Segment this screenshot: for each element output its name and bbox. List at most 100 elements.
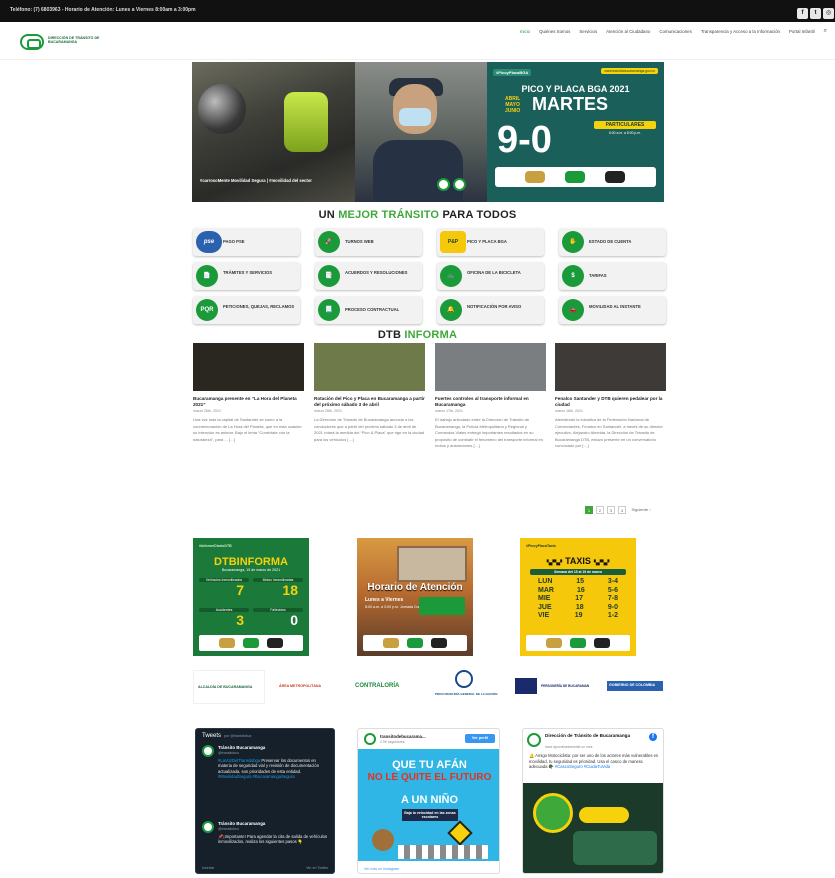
service-label: TARIFAS [589,273,607,278]
page-3[interactable]: 3 [607,506,615,514]
hand-coin-icon: ✋ [562,231,584,253]
instagram-widget[interactable]: transitodebucarama... 2.9K seguidores Ve… [357,728,500,874]
poster-hashtag: #InformeDiarioDTB [199,544,232,548]
nav-atencion-ciudadano[interactable]: Atención al Ciudadano [606,29,650,34]
hero-caption: #carrosoMente Movilidad Segura | #movili… [200,178,312,183]
taxi-schedule: LUN 15 3-4 MAR 16 5-6 MIE 17 7-8 JUE 18 9-0 VIE 19 1-2 [538,578,618,621]
news-image[interactable] [435,343,546,391]
pyp-hashtag: #PicoyPlacaBGA [493,69,532,76]
poster-horario-atencion[interactable]: Horario de Atención Lunes a Viernes 8:00… [357,538,473,656]
helmet-circle-graphic [533,793,573,833]
partner-logos: ALCALDÍA DE BUCARAMANGA ÁREA METROPOLITA… [193,666,665,706]
news-title[interactable]: Fenalco Santander y DTB quieren pedalear… [555,396,666,407]
site-logo[interactable]: DIRECCIÓN DE TRÁNSITO DE BUCARAMANGA [20,34,100,50]
news-title[interactable]: Bucaramanga presente en “La Hora del Pla… [193,396,304,407]
news-title[interactable]: Rotación del Pico y Placa en Bucaramanga… [314,396,425,407]
section-title-mejor-transito: UN MEJOR TRÁNSITO PARA TODOS [318,209,517,221]
page-4[interactable]: 4 [618,506,626,514]
pagination: 1 2 3 4 Siguiente › [585,506,653,514]
nav-transparencia[interactable]: Transparencia y Acceso a la Información [701,29,780,34]
facebook-icon[interactable]: f [649,733,657,741]
avatar [202,745,214,757]
poster-taxis[interactable]: #PicoyPlacaTaxis TAXIS Semana del 15 al … [520,538,636,656]
taxi-row: VIE 19 1-2 [538,612,618,619]
service-card[interactable]: pse PAGO PSE [193,228,300,256]
news-excerpt: Una vez más la capital de Santander se s… [193,417,302,442]
service-card[interactable]: P&P PICO Y PLACA BGA [437,228,544,256]
page-1[interactable]: 1 [585,506,593,514]
service-card[interactable]: 📑 ACUERDOS Y RESOLUCIONES [315,262,422,290]
tweet-text: #LaVozDelTransitobga Preservar los docum… [218,758,320,780]
facebook-icon[interactable]: f [797,8,808,19]
service-card[interactable]: 🚗 MOVILIDAD AL INSTANTE [559,296,666,324]
pico-placa-banner: #PicoyPlacaBGA www.transitobucaramanga.g… [487,62,664,202]
stat-deaths: Fallecidos 0 [253,608,303,632]
news-card[interactable]: Rotación del Pico y Placa en Bucaramanga… [314,343,425,443]
news-card[interactable]: Fuertes controles al transporte informal… [435,343,546,450]
view-more-instagram-link[interactable]: Ver más en Instagram [364,867,399,871]
instagram-followers: 2.9K seguidores [380,740,405,744]
speech-bubble-graphic [579,807,629,823]
news-date: marzo 17th, 2021 [435,409,463,414]
facebook-widget[interactable]: Dirección de Tránsito de Bucaramanga hac… [522,728,664,874]
tweet-item[interactable]: Tránsito Bucaramanga @transitobuc 📌¡Impo… [202,821,330,863]
section-title-dtb-informa: DTB INFORMA [377,329,458,341]
service-card[interactable]: PQR PETICIONES, QUEJAS, RECLAMOS [193,296,300,324]
service-card[interactable]: 📄 TRÁMITES Y SERVICIOS [193,262,300,290]
view-on-twitter-link[interactable]: Ver en Twitter [306,866,328,870]
avatar [202,821,214,833]
search-icon[interactable]: ⌕ [824,28,827,34]
service-card[interactable]: 📃 PROCESO CONTRACTUAL [315,296,422,324]
service-card[interactable]: 🚀 TURNOS WEB [315,228,422,256]
news-card[interactable]: Bucaramanga presente en “La Hora del Pla… [193,343,304,443]
logo-procuraduria[interactable]: PROCURADURÍA GENERAL DE LA NACIÓN [433,670,497,704]
nav-servicios[interactable]: Servicios [579,29,597,34]
nav-quienes-somos[interactable]: Quiénes Somos [539,29,570,34]
poster-hashtag: #PicoyPlacaTaxis [526,544,556,548]
service-card[interactable]: $ TARIFAS [559,262,666,290]
logo-alcaldia[interactable]: ALCALDÍA DE BUCARAMANGA [193,670,265,704]
logo-gobierno[interactable]: GOBIERNO DE COLOMBIA [589,670,665,704]
view-profile-button[interactable]: Ver perfil [465,734,495,743]
dollar-icon: $ [562,265,584,287]
nav-portal-infantil[interactable]: Portal Infantil [789,29,815,34]
logo-contraloria[interactable]: CONTRALORÍA [351,670,427,704]
service-card[interactable]: 🔔 NOTIFICACIÓN POR AVISO [437,296,544,324]
poster-dtb-informa[interactable]: #InformeDiarioDTB DTBINFORMA Bucaramanga… [193,538,309,656]
service-label: PAGO PSE [223,239,245,244]
pyp-logos [495,167,656,187]
facebook-post-image[interactable] [523,783,663,873]
tweet-item[interactable]: Tránsito Bucaramanga @transitobuc #LaVoz… [202,745,330,807]
nav-comunicaciones[interactable]: Comunicaciones [659,29,691,34]
page-2[interactable]: 2 [596,506,604,514]
news-image[interactable] [555,343,666,391]
news-image[interactable] [314,343,425,391]
service-card[interactable]: ✋ ESTADO DE CUENTA [559,228,666,256]
news-title[interactable]: Fuertes controles al transporte informal… [435,396,546,407]
facebook-post-text: 🔔 Amigo Motociclista: por ser uno de los… [529,753,659,770]
logo-personeria[interactable]: PERSONERÍA DE BUCARAMANGA [513,670,594,704]
nav-inicio[interactable]: Inicio [520,29,530,34]
news-image[interactable] [193,343,304,391]
facebook-page-name[interactable]: Dirección de Tránsito de Bucaramanga [545,733,645,738]
news-excerpt: Atendiendo la iniciativa de la Federació… [555,417,663,449]
twitter-icon[interactable]: t [810,8,821,19]
news-card[interactable]: Fenalco Santander y DTB quieren pedalear… [555,343,666,450]
instagram-post-image[interactable]: QUE TU AFÁN NO LE QUITE EL FUTURO A UN N… [358,749,499,861]
service-card[interactable]: 🚲 OFICINA DE LA BICICLETA [437,262,544,290]
twitter-footer: Insertar Ver en Twitter [202,866,328,870]
dtb-logo-icon [20,34,44,50]
taxi-row: MAR 16 5-6 [538,586,618,594]
logo-area-metropolitana[interactable]: ÁREA METROPOLITANA [275,670,347,704]
pyp-particulares: PARTICULARES [594,121,656,129]
next-page-link[interactable]: Siguiente › [629,506,653,514]
instagram-icon[interactable]: ◎ [823,8,834,19]
hero-badges [437,178,466,191]
service-label: PICO Y PLACA BGA [467,239,507,244]
twitter-widget[interactable]: Tweets por @transitobuc Tránsito Bucarama… [195,728,335,874]
news-excerpt: La Dirección de Tránsito de Bucaramanga … [314,417,425,442]
hero-banner[interactable]: #carrosoMente Movilidad Segura | #movili… [192,62,664,202]
embed-link[interactable]: Insertar [202,866,214,870]
pse-icon: pse [196,231,222,253]
car-icon: 🚗 [562,299,584,321]
